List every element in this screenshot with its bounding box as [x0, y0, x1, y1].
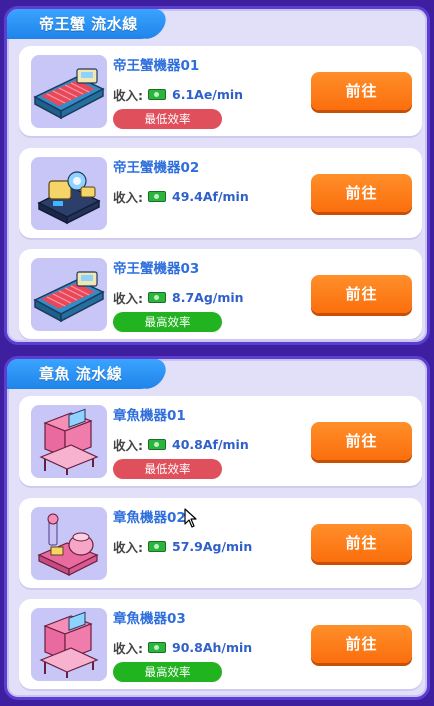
king-crab-pipeline-panel: 帝王蟹 流水線 帝王蟹機器01 收入: 6.1Ae/min 最低效率 前往 帝王… — [4, 6, 430, 345]
income-label: 收入: — [113, 540, 143, 555]
machine-income: 收入: 90.8Ah/min — [113, 638, 252, 657]
mouse-pointer-icon — [184, 508, 198, 532]
income-rate: 40.8Af/min — [172, 437, 249, 452]
go-button[interactable]: 前往 — [311, 275, 412, 313]
machine-card: 章魚機器01 收入: 40.8Af/min 最低效率 前往 — [19, 396, 422, 486]
income-rate: 8.7Ag/min — [172, 290, 244, 305]
lowest-efficiency-badge: 最低效率 — [113, 459, 222, 479]
income-label: 收入: — [113, 438, 143, 453]
octopus-cooking-machine-icon — [31, 507, 107, 580]
go-button[interactable]: 前往 — [311, 72, 412, 110]
machine-income: 收入: 6.1Ae/min — [113, 85, 243, 104]
machine-card: 帝王蟹機器01 收入: 6.1Ae/min 最低效率 前往 — [19, 46, 422, 136]
go-button[interactable]: 前往 — [311, 524, 412, 562]
highest-efficiency-badge: 最高效率 — [113, 662, 222, 682]
income-label: 收入: — [113, 641, 143, 656]
octopus-press-machine-icon — [31, 405, 107, 478]
income-label: 收入: — [113, 190, 143, 205]
machine-card: 章魚機器02 收入: 57.9Ag/min 前往 — [19, 498, 422, 588]
section-title: 章魚 流水線 — [7, 359, 157, 389]
machine-name: 章魚機器01 — [113, 408, 186, 424]
go-button[interactable]: 前往 — [311, 174, 412, 212]
machine-income: 收入: 40.8Af/min — [113, 435, 249, 454]
highest-efficiency-badge: 最高效率 — [113, 312, 222, 332]
cash-icon — [148, 439, 166, 450]
machine-name: 章魚機器02 — [113, 510, 186, 526]
crab-processing-machine-icon — [31, 157, 107, 230]
machine-income: 收入: 57.9Ag/min — [113, 537, 252, 556]
machine-card: 帝王蟹機器03 收入: 8.7Ag/min 最高效率 前往 — [19, 249, 422, 339]
octopus-pipeline-panel: 章魚 流水線 章魚機器01 收入: 40.8Af/min 最低效率 前往 章魚機… — [4, 356, 430, 700]
cash-icon — [148, 541, 166, 552]
income-rate: 49.4Af/min — [172, 189, 249, 204]
machine-card: 帝王蟹機器02 收入: 49.4Af/min 前往 — [19, 148, 422, 238]
section-title: 帝王蟹 流水線 — [7, 9, 157, 39]
crab-conveyor-machine-icon — [31, 258, 107, 331]
machine-name: 帝王蟹機器03 — [113, 261, 200, 277]
machine-income: 收入: 8.7Ag/min — [113, 288, 244, 307]
income-rate: 90.8Ah/min — [172, 640, 253, 655]
machine-name: 帝王蟹機器01 — [113, 58, 200, 74]
cash-icon — [148, 191, 166, 202]
cash-icon — [148, 642, 166, 653]
machine-name: 帝王蟹機器02 — [113, 160, 200, 176]
income-rate: 6.1Ae/min — [172, 87, 244, 102]
machine-card: 章魚機器03 收入: 90.8Ah/min 最高效率 前往 — [19, 599, 422, 689]
go-button[interactable]: 前往 — [311, 422, 412, 460]
octopus-press-machine-icon — [31, 608, 107, 681]
lowest-efficiency-badge: 最低效率 — [113, 109, 222, 129]
machine-name: 章魚機器03 — [113, 611, 186, 627]
crab-conveyor-machine-icon — [31, 55, 107, 128]
cash-icon — [148, 292, 166, 303]
income-rate: 57.9Ag/min — [172, 539, 253, 554]
income-label: 收入: — [113, 291, 143, 306]
cash-icon — [148, 89, 166, 100]
income-label: 收入: — [113, 88, 143, 103]
go-button[interactable]: 前往 — [311, 625, 412, 663]
machine-income: 收入: 49.4Af/min — [113, 187, 249, 206]
